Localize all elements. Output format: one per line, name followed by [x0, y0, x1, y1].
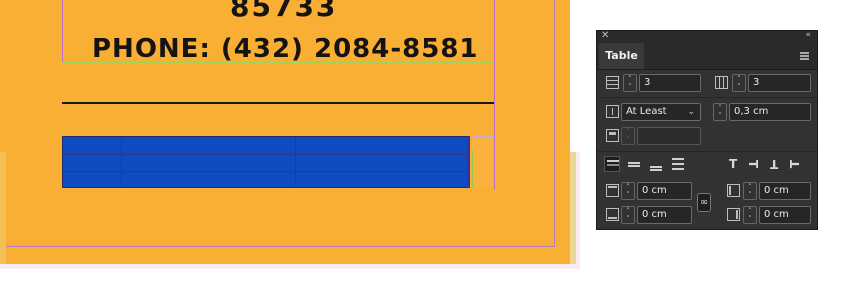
inset-top-stepper[interactable]: ˄ ˅ — [621, 182, 635, 200]
table-column-resize-handle[interactable] — [467, 136, 470, 188]
columns-field[interactable]: 3 — [748, 74, 811, 92]
table-row-divider — [63, 171, 469, 172]
rows-stepper[interactable]: ˄ ˅ — [623, 74, 637, 92]
inset-right-icon — [727, 208, 740, 221]
max-height-field — [637, 127, 701, 145]
table-row-divider — [63, 154, 469, 155]
align-top-button[interactable] — [604, 156, 620, 172]
justify-vertical-button[interactable] — [670, 156, 686, 172]
phone-text[interactable]: PHONE: (432) 2084-8581 — [92, 34, 479, 64]
inset-left-icon — [727, 184, 740, 197]
selected-table[interactable] — [62, 136, 470, 188]
columns-icon — [715, 76, 728, 89]
panel-menu-icon[interactable] — [800, 52, 809, 60]
panel-tabbar: Table — [597, 43, 817, 70]
inset-right-stepper[interactable]: ˄ ˅ — [743, 206, 757, 224]
inset-bottom-stepper[interactable]: ˄ ˅ — [621, 206, 635, 224]
table-column-divider — [121, 137, 122, 187]
max-height-stepper: ˄ ˅ — [621, 127, 635, 145]
chevron-down-icon: ⌄ — [687, 107, 695, 117]
section-divider — [597, 151, 817, 152]
inset-left-stepper[interactable]: ˄ ˅ — [743, 182, 757, 200]
bleed-edge-left — [0, 152, 6, 264]
inset-bottom-field[interactable]: 0 cm — [637, 206, 692, 224]
row-height-icon — [606, 105, 619, 118]
text-frame-edge — [472, 150, 478, 188]
row-height-stepper[interactable]: ˄ ˅ — [713, 103, 727, 121]
link-icon[interactable]: ∞ — [697, 193, 711, 212]
text-rotate-90-icon[interactable]: T — [746, 160, 760, 168]
document-canvas[interactable]: 85733 PHONE: (432) 2084-8581 — [0, 0, 580, 297]
double-chevron-icon[interactable]: « — [805, 30, 811, 40]
text-rotate-270-icon[interactable]: T — [788, 160, 802, 168]
inset-left-field[interactable]: 0 cm — [759, 182, 811, 200]
rows-field[interactable]: 3 — [639, 74, 701, 92]
inset-top-icon — [606, 184, 619, 197]
horizontal-rule — [62, 102, 494, 104]
inset-top-field[interactable]: 0 cm — [637, 182, 692, 200]
columns-stepper[interactable]: ˄ ˅ — [732, 74, 746, 92]
row-height-field[interactable]: 0,3 cm — [729, 103, 811, 121]
close-icon[interactable]: ✕ — [601, 30, 609, 41]
section-divider — [597, 97, 817, 98]
tab-table[interactable]: Table — [599, 43, 644, 69]
panel-titlebar[interactable]: ✕ « — [597, 30, 817, 43]
bleed-edge-right — [570, 152, 576, 264]
row-height-mode: At Least — [626, 106, 667, 117]
inset-right-field[interactable]: 0 cm — [759, 206, 811, 224]
max-height-icon — [606, 129, 619, 142]
zip-code-text[interactable]: 85733 — [230, 0, 337, 23]
margin-guide — [62, 0, 63, 62]
align-center-button[interactable] — [626, 156, 642, 172]
text-rotate-180-icon[interactable]: T — [770, 157, 778, 171]
margin-guide-bottom — [6, 246, 554, 247]
rows-icon — [606, 76, 619, 89]
table-column-divider — [295, 137, 296, 187]
align-bottom-button[interactable] — [648, 156, 664, 172]
margin-guide-right — [554, 0, 555, 247]
row-height-select[interactable]: At Least ⌄ — [621, 103, 701, 121]
margin-guide — [494, 0, 495, 190]
inset-bottom-icon — [606, 208, 619, 221]
text-rotate-0-icon[interactable]: T — [729, 157, 737, 171]
